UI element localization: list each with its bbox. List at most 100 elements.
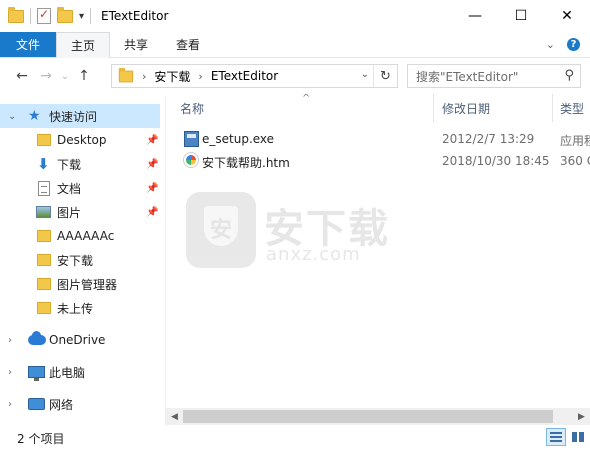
exe-icon (184, 131, 199, 147)
recent-locations-chevron-icon[interactable]: ⌄ (58, 71, 72, 82)
close-button[interactable]: ✕ (544, 0, 590, 32)
scroll-left-icon[interactable]: ◀ (166, 408, 183, 425)
column-divider[interactable] (552, 94, 553, 122)
expand-chevron-icon[interactable]: › (8, 335, 12, 346)
column-header-name[interactable]: 名称 (180, 94, 204, 122)
pin-icon[interactable]: 📌 (146, 159, 158, 170)
breadcrumb-item[interactable]: ETextEditor (211, 69, 278, 83)
pin-icon[interactable]: 📌 (146, 207, 158, 218)
column-divider[interactable] (433, 94, 434, 122)
window-controls: — ☐ ✕ (452, 0, 590, 32)
maximize-button[interactable]: ☐ (498, 0, 544, 32)
sidebar-item-label: 文档 (57, 181, 82, 196)
breadcrumb-separator-icon[interactable]: › (142, 70, 146, 83)
pictures-icon (36, 206, 51, 218)
help-icon[interactable]: ? (567, 38, 580, 51)
watermark: 安 安下载 anxz.com (186, 192, 406, 272)
sidebar-item-label: 此电脑 (49, 365, 86, 380)
tab-share[interactable]: 共享 (110, 32, 162, 57)
address-history-chevron-icon[interactable]: ⌄ (361, 69, 369, 80)
table-row[interactable]: 安下载帮助.htm 2018/10/30 18:45 360 C (166, 150, 590, 172)
search-input[interactable]: 搜索"ETextEditor" ⚲ (407, 64, 581, 88)
file-name: 安下载帮助.htm (202, 156, 290, 170)
forward-button[interactable]: → (34, 68, 58, 84)
network-icon (28, 398, 45, 410)
sidebar-item-documents[interactable]: 文档 📌 (0, 176, 160, 200)
sidebar-item-picture-manager[interactable]: 图片管理器 (0, 272, 160, 296)
breadcrumb-item[interactable]: 安下载 (154, 68, 190, 85)
sidebar-item-network[interactable]: › 网络 (0, 392, 160, 416)
file-date: 2012/2/7 13:29 (442, 132, 535, 146)
ribbon-right: ⌄ ? (546, 32, 590, 57)
computer-icon (28, 366, 45, 381)
large-icons-view-icon (572, 432, 584, 442)
sidebar-item-onedrive[interactable]: › OneDrive (0, 328, 160, 352)
sidebar-item-this-pc[interactable]: › 此电脑 (0, 360, 160, 384)
expand-ribbon-chevron-icon[interactable]: ⌄ (546, 38, 555, 51)
sidebar-item-label: 安下载 (57, 253, 94, 268)
sidebar-item-quick-access[interactable]: ⌄ ★ 快速访问 (0, 104, 160, 128)
search-placeholder: 搜索"ETextEditor" (416, 69, 519, 84)
title-bar: ▾ ETextEditor — ☐ ✕ (0, 0, 590, 32)
expand-chevron-icon[interactable]: › (8, 399, 12, 410)
file-type: 应用程 (560, 134, 590, 148)
expand-chevron-icon[interactable]: ⌄ (8, 111, 16, 122)
divider (90, 8, 92, 24)
sidebar-item-label: Desktop (57, 133, 107, 147)
sidebar-item-anxiazai[interactable]: 安下载 (0, 248, 160, 272)
scrollbar-thumb[interactable] (183, 410, 553, 423)
folder-icon (37, 254, 51, 266)
sidebar-item-label: 图片管理器 (57, 277, 118, 292)
document-icon (38, 180, 50, 196)
refresh-button[interactable]: ↻ (373, 65, 397, 87)
file-date: 2018/10/30 18:45 (442, 154, 550, 168)
watermark-shield-letter: 安 (209, 218, 232, 243)
navigation-pane: ⌄ ★ 快速访问 Desktop 📌 ⬇ 下载 📌 文档 📌 图片 📌 AAAA… (0, 96, 160, 426)
sidebar-item-label: 快速访问 (49, 109, 98, 124)
column-header-type[interactable]: 类型 (560, 94, 584, 122)
horizontal-scrollbar[interactable]: ◀ ▶ (166, 408, 590, 425)
search-icon[interactable]: ⚲ (564, 68, 574, 83)
pin-icon[interactable]: 📌 (146, 183, 158, 194)
sidebar-item-not-uploaded[interactable]: 未上传 (0, 296, 160, 320)
sort-caret-icon: ^ (302, 94, 311, 104)
status-bar: 2 个项目 (0, 426, 590, 450)
details-view-button[interactable] (546, 428, 566, 446)
sidebar-item-pictures[interactable]: 图片 📌 (0, 200, 160, 224)
folder-icon (8, 6, 24, 23)
sidebar-item-downloads[interactable]: ⬇ 下载 📌 (0, 152, 160, 176)
pin-icon[interactable]: 📌 (146, 135, 158, 146)
minimize-button[interactable]: — (452, 0, 498, 32)
quick-access-toolbar: ▾ (0, 6, 92, 24)
tab-file[interactable]: 文件 (0, 32, 56, 57)
back-button[interactable]: ← (10, 68, 34, 84)
view-switcher (546, 428, 588, 446)
star-icon: ★ (28, 108, 41, 124)
properties-icon[interactable] (37, 7, 51, 24)
customize-toolbar-chevron-icon[interactable]: ▾ (79, 11, 84, 22)
sidebar-item-label: 下载 (57, 157, 82, 172)
large-icons-view-button[interactable] (568, 428, 588, 446)
htm-icon (184, 153, 198, 167)
tab-home[interactable]: 主页 (56, 32, 111, 58)
up-button[interactable]: ↑ (72, 68, 96, 84)
breadcrumb-separator-icon[interactable]: › (198, 70, 202, 83)
item-count: 2 个项目 (17, 431, 65, 446)
tab-view[interactable]: 查看 (162, 32, 214, 57)
navigation-bar: ← → ⌄ ↑ › 安下载 › ETextEditor ⌄ ↻ 搜索"EText… (0, 58, 590, 94)
download-icon: ⬇ (37, 155, 50, 173)
sidebar-item-label: 未上传 (57, 301, 94, 316)
folder-icon (37, 278, 51, 290)
new-folder-icon[interactable] (57, 6, 73, 23)
folder-icon (37, 134, 51, 146)
sidebar-item-label: OneDrive (49, 333, 106, 347)
sidebar-item-desktop[interactable]: Desktop 📌 (0, 128, 160, 152)
sidebar-item-aaaaaac[interactable]: AAAAAAc (0, 224, 160, 248)
file-name: e_setup.exe (202, 132, 275, 146)
address-bar[interactable]: › 安下载 › ETextEditor ⌄ ↻ (111, 64, 398, 88)
file-type: 360 C (560, 154, 590, 168)
scroll-right-icon[interactable]: ▶ (573, 408, 590, 425)
expand-chevron-icon[interactable]: › (8, 367, 12, 378)
column-header-modified[interactable]: 修改日期 (442, 94, 490, 122)
table-row[interactable]: e_setup.exe 2012/2/7 13:29 应用程 (166, 128, 590, 150)
